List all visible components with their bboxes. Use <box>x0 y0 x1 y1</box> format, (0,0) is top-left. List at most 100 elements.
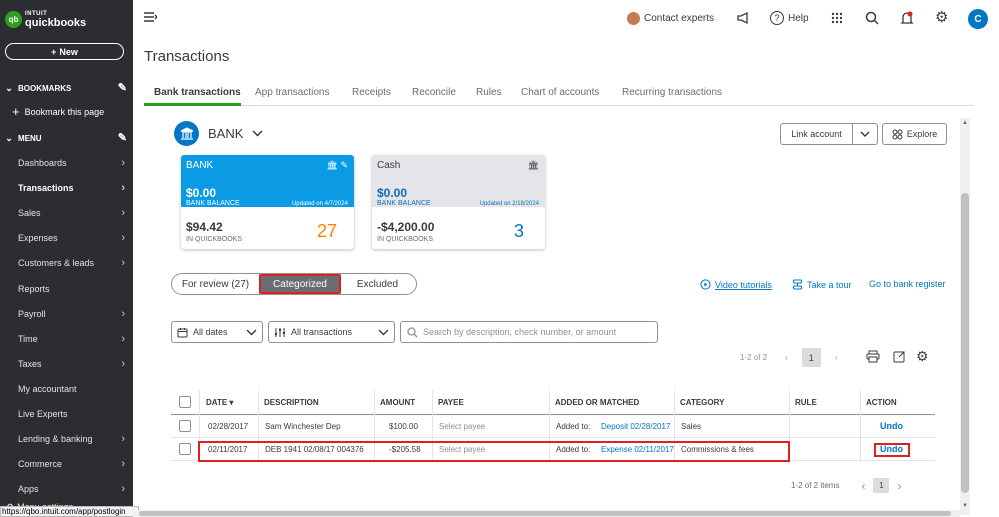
tab-chart-of-accounts[interactable]: Chart of accounts <box>521 87 599 98</box>
link-account-button[interactable]: Link account <box>780 123 853 145</box>
take-a-tour-link[interactable]: Take a tour <box>792 279 852 290</box>
sidebar-item-my-accountant[interactable]: My accountant <box>0 378 133 400</box>
sidebar-item-label: Transactions <box>18 183 74 193</box>
bank-account-selector[interactable]: BANK <box>174 121 263 146</box>
quickbooks-logo[interactable]: qb INTUIT quickbooks <box>5 10 86 29</box>
bank-account-card[interactable]: BANK 🏛 ✎ $0.00 BANK BALANCE Updated on 4… <box>181 155 354 249</box>
sidebar-item-transactions[interactable]: Transactions › <box>0 177 133 199</box>
categorized-tab[interactable]: Categorized <box>259 274 341 294</box>
top-bar: Contact experts ? Help ⚙ C <box>133 0 999 38</box>
tab-recurring-transactions[interactable]: Recurring transactions <box>622 87 722 98</box>
chevron-down-icon <box>378 329 389 336</box>
tab-bank-transactions[interactable]: Bank transactions <box>154 87 241 98</box>
tab-reconcile[interactable]: Reconcile <box>412 87 456 98</box>
table-row[interactable]: 02/28/2017 Sam Winchester Dep $100.00 Se… <box>171 415 935 438</box>
sidebar-item-time[interactable]: Time › <box>0 328 133 350</box>
explore-button[interactable]: Explore <box>882 123 947 145</box>
row-payee-select[interactable]: Select payee <box>439 422 485 431</box>
table-header-row: DATE ▾ DESCRIPTION AMOUNT PAYEE ADDED OR… <box>171 390 935 415</box>
col-amount-header[interactable]: AMOUNT <box>380 398 415 407</box>
print-icon[interactable] <box>866 350 880 363</box>
sidebar-item-lending-banking[interactable]: Lending & banking › <box>0 428 133 450</box>
help-button[interactable]: ? Help <box>770 11 809 25</box>
scroll-down-icon[interactable]: ▼ <box>960 503 970 509</box>
new-button[interactable]: + New <box>5 43 124 60</box>
chevron-right-icon: › <box>121 458 125 470</box>
tab-app-transactions[interactable]: App transactions <box>255 87 330 98</box>
highlight-box-undo <box>874 443 910 457</box>
row-added-prefix: Added to: <box>556 422 591 431</box>
row-added-link[interactable]: Deposit 02/28/2017 <box>601 422 675 431</box>
sidebar-item-dashboards[interactable]: Dashboards › <box>0 152 133 174</box>
contact-experts-label: Contact experts <box>644 13 715 24</box>
card-bank-balance: $0.00 <box>377 186 408 200</box>
sidebar-item-commerce[interactable]: Commerce › <box>0 453 133 475</box>
vertical-scroll-thumb[interactable] <box>961 193 969 493</box>
col-description-header[interactable]: DESCRIPTION <box>264 398 319 407</box>
tab-rules[interactable]: Rules <box>476 87 502 98</box>
card-updated-date: Updated on 4/7/2024 <box>291 201 348 207</box>
pencil-icon[interactable]: ✎ <box>118 131 127 144</box>
select-all-checkbox[interactable] <box>179 396 191 408</box>
link-account-dropdown[interactable] <box>852 123 878 145</box>
table-settings-gear-icon[interactable]: ⚙ <box>916 348 929 365</box>
hamburger-menu-icon[interactable] <box>143 11 157 23</box>
sidebar-item-payroll[interactable]: Payroll › <box>0 303 133 325</box>
current-page-number[interactable]: 1 <box>801 348 821 367</box>
cash-account-card[interactable]: Cash 🏛 $0.00 BANK BALANCE Updated on 2/1… <box>372 155 545 249</box>
explore-label: Explore <box>906 129 938 139</box>
prev-page-icon[interactable]: ‹ <box>861 479 865 493</box>
page-title: Transactions <box>144 48 230 65</box>
current-page-number[interactable]: 1 <box>873 478 890 493</box>
chevron-right-icon: › <box>121 433 125 445</box>
sidebar-item-label: Live Experts <box>18 409 68 419</box>
sidebar-item-live-experts[interactable]: Live Experts <box>0 403 133 425</box>
next-page-icon[interactable]: › <box>835 353 838 362</box>
go-to-bank-register-link[interactable]: Go to bank register <box>869 279 946 289</box>
video-tutorials-link[interactable]: Video tutorials <box>700 279 772 290</box>
user-avatar[interactable]: C <box>968 9 988 29</box>
date-filter-dropdown[interactable]: All dates <box>171 321 263 343</box>
bottom-pagination: 1-2 of 2 items ‹ 1 › <box>791 478 901 493</box>
card-account-name: Cash <box>377 160 401 171</box>
col-category-header[interactable]: CATEGORY <box>680 398 724 407</box>
contact-experts-button[interactable]: Contact experts <box>627 12 714 25</box>
notification-bell-icon[interactable] <box>900 11 914 26</box>
plus-icon: + <box>12 104 20 119</box>
col-date-header[interactable]: DATE ▾ <box>206 398 233 407</box>
row-checkbox[interactable] <box>179 443 191 455</box>
sidebar-item-sales[interactable]: Sales › <box>0 202 133 224</box>
bookmarks-section[interactable]: ⌄ BOOKMARKS ✎ <box>0 78 133 98</box>
row-undo-button[interactable]: Undo <box>880 421 903 431</box>
search-icon[interactable] <box>865 11 879 25</box>
pencil-icon[interactable]: ✎ <box>118 81 127 94</box>
sidebar-item-taxes[interactable]: Taxes › <box>0 353 133 375</box>
excluded-tab[interactable]: Excluded <box>341 274 414 294</box>
tab-receipts[interactable]: Receipts <box>352 87 391 98</box>
col-rule-header[interactable]: RULE <box>795 398 817 407</box>
bookmark-this-page-label: Bookmark this page <box>24 106 105 117</box>
card-qb-balance: -$4,200.00 <box>377 220 435 234</box>
scroll-up-icon[interactable]: ▲ <box>960 120 970 126</box>
transaction-search-input[interactable]: Search by description, check number, or … <box>400 321 658 343</box>
export-icon[interactable] <box>893 350 906 363</box>
row-checkbox[interactable] <box>179 420 191 432</box>
row-category: Sales <box>681 422 702 431</box>
horizontal-scroll-thumb[interactable] <box>139 511 951 516</box>
next-page-icon[interactable]: › <box>897 479 901 493</box>
col-added-header[interactable]: ADDED OR MATCHED <box>555 398 639 407</box>
apps-grid-icon[interactable] <box>831 12 843 24</box>
sidebar-item-expenses[interactable]: Expenses › <box>0 227 133 249</box>
chevron-down-icon <box>246 329 257 336</box>
megaphone-icon[interactable] <box>736 11 750 25</box>
chevron-down-icon: ⌄ <box>5 82 13 93</box>
bookmark-this-page[interactable]: + Bookmark this page <box>12 104 104 119</box>
menu-section[interactable]: ⌄ MENU ✎ <box>0 128 133 148</box>
sidebar-item-reports[interactable]: Reports <box>0 278 133 300</box>
settings-gear-icon[interactable]: ⚙ <box>935 10 948 25</box>
for-review-tab[interactable]: For review (27) <box>172 274 259 294</box>
col-payee-header[interactable]: PAYEE <box>438 398 464 407</box>
sidebar-item-customers-leads[interactable]: Customers & leads › <box>0 252 133 274</box>
transaction-type-filter-dropdown[interactable]: All transactions <box>268 321 395 343</box>
prev-page-icon[interactable]: ‹ <box>785 353 788 362</box>
